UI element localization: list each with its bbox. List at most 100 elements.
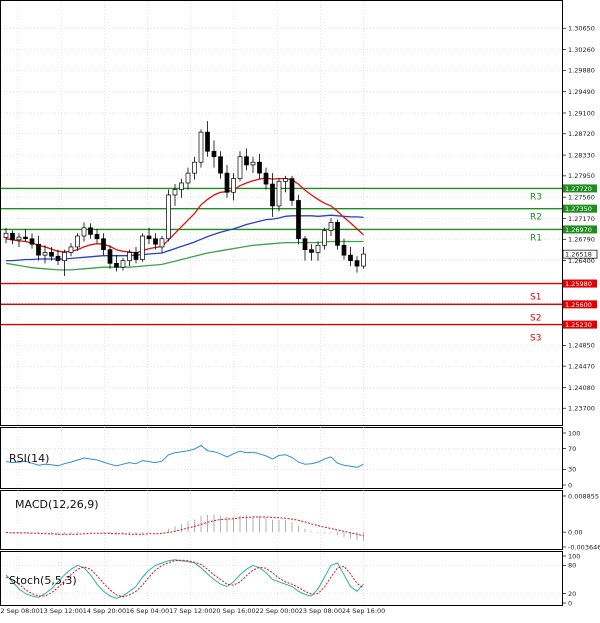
candle-bear [36,243,41,256]
candle-bear [244,156,249,166]
candle-bull [75,235,80,248]
stoch-tick-label: 20 [568,590,576,598]
candle-bull [276,180,282,207]
candle-bear [23,236,28,240]
level-name-label: R3 [530,192,542,202]
candle-bear [146,235,152,240]
price-tick-label: 1.30260 [568,46,595,54]
price-tick-label: 1.23700 [568,405,595,413]
candle-bull [315,244,321,253]
candle-bear [263,172,269,185]
price-tick-label: 1.27950 [568,172,595,180]
candle-bull [62,252,67,261]
candle-bear [289,178,295,201]
macd-tick-label: -0.003646 [568,543,600,551]
candle-bear [205,131,210,152]
rsi-tick-label: 0 [568,481,572,489]
level-name-label: R2 [530,213,542,223]
stoch-tick-label: 100 [568,552,580,560]
level-price-label: 1.25600 [565,301,592,309]
candle-bear [218,156,223,174]
candle-bear [88,227,93,235]
price-tick-label: 1.29490 [568,88,595,96]
candle-bear [107,249,113,264]
candle-bear [270,183,275,207]
price-tick-label: 1.28720 [568,130,595,138]
macd-tick-label: 0.00 [568,528,582,536]
price-tick-label: 1.24470 [568,362,595,370]
time-axis: 12 Sep 08:00 13 Sep 12:00 14 Sep 20:00 16 S… [0,607,385,615]
level-name-label: S1 [530,293,541,303]
candle-bear [133,252,139,260]
level-price-label: 1.27720 [565,185,592,193]
level-price-label: 1.25980 [565,280,592,288]
candle-bull [166,194,171,240]
price-tick-label: 1.27170 [568,215,595,223]
time-tick-label: 12 Sep 08:00 [0,607,40,615]
rsi-tick-label: 100 [568,429,580,437]
candle-bear [348,254,353,261]
price-panel [0,0,563,426]
candle-bear [114,262,119,268]
level-name-label: S2 [530,313,541,323]
stoch-label: Stoch(5,5,3) [9,574,77,587]
time-tick-label: 22 Sep 00:00 [256,607,299,615]
candle-bull [42,252,48,256]
candle-bear [302,238,308,251]
candle-bull [140,235,145,260]
candle-bear [153,238,158,245]
candle-bull [250,161,256,166]
price-tick-label: 1.24080 [568,384,595,392]
candle-bull [322,230,327,246]
level-name-label: S3 [530,334,541,344]
last-price-marker: 1.26518 [562,249,598,259]
stoch-tick-label: 80 [568,562,576,570]
time-tick-label: 14 Sep 20:00 [83,607,126,615]
candle-bear [224,172,230,193]
price-tick-label: 1.26790 [568,236,595,244]
candle-bull [81,227,87,237]
time-tick-label: 13 Sep 12:00 [40,607,83,615]
time-tick-label: 17 Sep 12:00 [169,607,212,615]
candle-bear [341,244,347,256]
candle-bear [101,238,106,251]
candle-bull [179,182,184,190]
candle-bull [328,221,334,231]
last-price-label: 1.26518 [565,251,592,259]
candle-bull [172,189,178,196]
macd-tick-label: 0.008855 [568,492,599,500]
price-tick-label: 1.24850 [568,342,595,350]
price-tick-label: 1.29100 [568,109,595,117]
candle-bear [29,238,35,245]
price-axis: 1.30650 1.30260 1.29880 1.29490 1.29100 1.287… [562,25,595,413]
candle-bull [159,238,165,248]
candle-bear [49,252,54,257]
candle-bear [354,260,360,267]
level-price-label: 1.25230 [565,321,592,329]
candle-bull [361,253,366,267]
stoch-tick-label: 0 [568,599,572,607]
candle-bear [309,249,314,253]
macd-label: MACD(12,26,9) [15,498,99,511]
candle-bear [55,255,61,261]
price-tick-label: 1.29880 [568,67,595,75]
stoch-panel [0,551,563,606]
time-tick-label: 23 Sep 08:00 [299,607,342,615]
price-tick-label: 1.28330 [568,151,595,159]
candle-bear [94,234,100,240]
candle-bull [231,178,236,193]
time-tick-label: 20 Sep 16:00 [212,607,255,615]
candle-bear [257,161,262,174]
candle-bull [185,172,191,184]
rsi-tick-label: 70 [568,445,576,453]
time-tick-label: 24 Sep 16:00 [342,607,385,615]
candle-bull [127,252,132,261]
price-tick-label: 1.30650 [568,25,595,33]
forex-chart: 1.30650 1.30260 1.29880 1.29490 1.29100 1.287… [0,0,600,615]
rsi-label: RSI(14) [9,452,49,465]
time-tick-label: 16 Sep 04:00 [126,607,169,615]
candle-bull [16,236,22,241]
candle-bear [10,232,15,241]
candle-bear [211,150,217,158]
level-price-label: 1.27350 [565,205,592,213]
